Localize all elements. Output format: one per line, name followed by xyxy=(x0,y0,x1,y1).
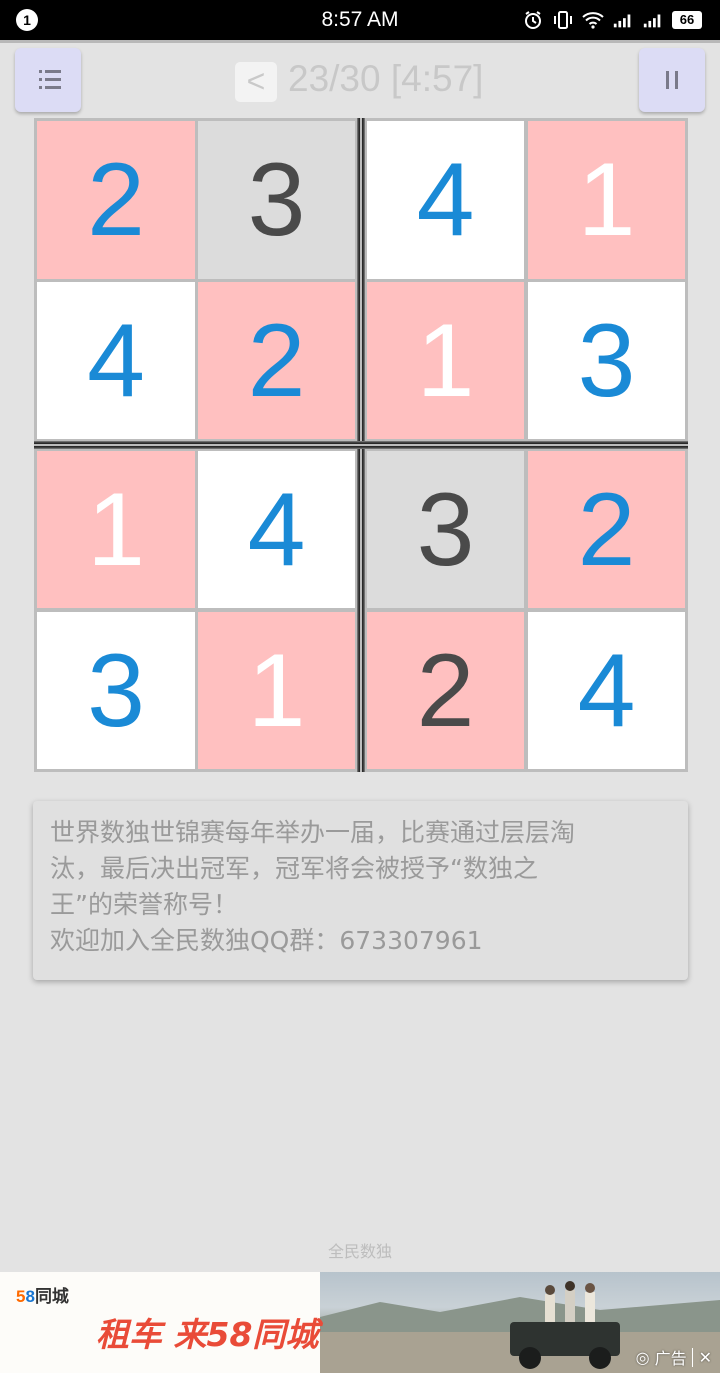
cell-value: 2 xyxy=(416,632,475,749)
cell-value: 3 xyxy=(247,142,306,258)
cell-value: 1 xyxy=(87,471,145,588)
board-cell[interactable]: 3 xyxy=(367,451,524,608)
cell-value: 2 xyxy=(87,142,145,258)
status-icons: 66 xyxy=(522,9,702,31)
alarm-icon xyxy=(522,9,544,31)
board-cell[interactable]: 2 xyxy=(367,612,524,769)
cell-value: 1 xyxy=(416,302,475,419)
board-cell[interactable]: 2 xyxy=(528,451,685,608)
vibrate-icon xyxy=(552,9,574,31)
cell-value: 4 xyxy=(416,142,475,258)
pause-button[interactable] xyxy=(639,48,705,112)
info-line-qq[interactable]: 欢迎加入全民数独QQ群：673307961 xyxy=(50,923,676,959)
board-cell[interactable]: 2 xyxy=(198,282,355,439)
board-cell[interactable]: 2 xyxy=(37,121,195,279)
board-cell[interactable]: 1 xyxy=(367,282,524,439)
back-button[interactable]: < xyxy=(235,62,277,102)
ad-slogan: 租车 来58同城 xyxy=(96,1315,319,1354)
cell-value: 4 xyxy=(247,471,306,588)
signal-icon xyxy=(612,9,634,31)
signal-icon xyxy=(642,9,664,31)
board-cell[interactable]: 3 xyxy=(198,121,355,279)
info-line: 王”的荣誉称号！ xyxy=(50,890,238,919)
ad-logo-name: 同城 xyxy=(34,1287,69,1306)
ad-info-icon: ◎ xyxy=(635,1347,650,1367)
cell-value: 3 xyxy=(87,632,145,749)
ad-label: 广告 xyxy=(654,1349,687,1368)
sudoku-board: 2 3 4 1 4 2 1 3 1 4 3 2 3 1 2 4 xyxy=(34,118,688,772)
board-cell[interactable]: 3 xyxy=(37,612,195,769)
battery-icon: 66 xyxy=(672,11,702,29)
menu-button[interactable] xyxy=(15,48,81,112)
board-cell[interactable]: 4 xyxy=(198,451,355,608)
ad-banner[interactable]: 58同城 租车 来58同城 ◎ 广告 ✕ xyxy=(0,1272,720,1373)
wifi-icon xyxy=(582,9,604,31)
board-cell[interactable]: 1 xyxy=(198,612,355,769)
cell-value: 1 xyxy=(577,142,636,258)
info-card: 世界数独世锦赛每年举办一届，比赛通过层层淘 汰，最后决出冠军，冠军将会被授予“数… xyxy=(33,801,688,980)
status-bar: 1 8:57 AM 66 xyxy=(0,0,720,40)
board-cell[interactable]: 3 xyxy=(528,282,685,439)
cell-value: 2 xyxy=(247,302,306,419)
pause-icon xyxy=(666,71,678,89)
board-cell[interactable]: 4 xyxy=(367,121,524,279)
cell-value: 2 xyxy=(577,471,636,588)
footer-app-name: 全民数独 xyxy=(327,1242,392,1261)
list-icon xyxy=(39,70,61,90)
ad-logo: 58同城 xyxy=(16,1282,69,1307)
block-divider-horizontal xyxy=(34,441,688,449)
ad-logo-digit: 8 xyxy=(25,1287,35,1306)
cell-value: 3 xyxy=(577,302,636,419)
cell-value: 4 xyxy=(87,302,145,419)
board-cell[interactable]: 1 xyxy=(528,121,685,279)
board-cell[interactable]: 1 xyxy=(37,451,195,608)
status-divider xyxy=(0,40,720,43)
ad-label-group: ◎ 广告 ✕ xyxy=(636,1345,712,1369)
close-icon[interactable]: ✕ xyxy=(691,1347,712,1367)
info-line: 汰，最后决出冠军，冠军将会被授予“数独之 xyxy=(50,854,538,883)
board-cell[interactable]: 4 xyxy=(528,612,685,769)
board-cell[interactable]: 4 xyxy=(37,282,195,439)
progress-timer: 23/30 [4:57] xyxy=(288,58,484,99)
cell-value: 4 xyxy=(577,632,636,749)
cell-value: 3 xyxy=(416,471,475,588)
info-line: 世界数独世锦赛每年举办一届，比赛通过层层淘 xyxy=(50,818,576,847)
info-text: 世界数独世锦赛每年举办一届，比赛通过层层淘 汰，最后决出冠军，冠军将会被授予“数… xyxy=(50,815,676,959)
cell-value: 1 xyxy=(247,632,306,749)
